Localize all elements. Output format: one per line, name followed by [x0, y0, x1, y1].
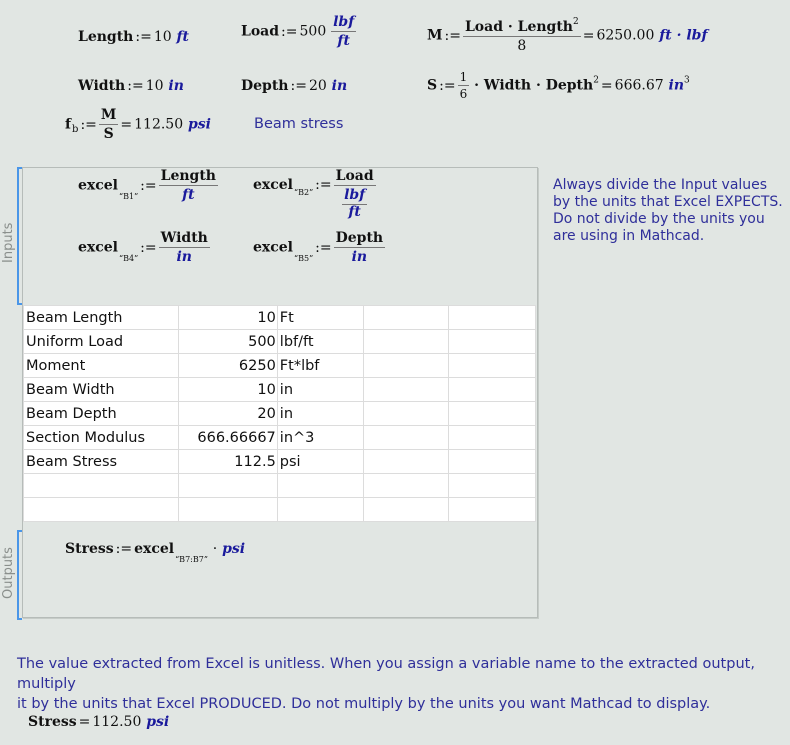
cell-empty[interactable]: [448, 353, 536, 378]
cell-unit[interactable]: lbf/ft: [276, 329, 364, 354]
cell-label[interactable]: Beam Width: [23, 377, 179, 402]
cell-value[interactable]: [177, 497, 278, 522]
sheet-row[interactable]: Beam Length 10 Ft: [23, 305, 536, 330]
sheet-row[interactable]: [23, 497, 536, 522]
cell-empty[interactable]: [448, 425, 536, 450]
cell-empty[interactable]: [362, 401, 450, 426]
stress-definition[interactable]: fb:= M S = 112.50 psi: [65, 107, 211, 142]
cell-empty[interactable]: [362, 449, 450, 474]
excel-spreadsheet[interactable]: Beam Length 10 Ft Uniform Load 500 lbf/ft Mome…: [23, 305, 536, 522]
inputs-area-label: Inputs: [1, 222, 16, 263]
cell-unit[interactable]: psi: [276, 449, 364, 474]
cell-label[interactable]: Beam Depth: [23, 401, 179, 426]
cell-empty[interactable]: [448, 497, 536, 522]
var-name: Length: [78, 29, 134, 45]
cell-label[interactable]: Uniform Load: [23, 329, 179, 354]
cell-unit[interactable]: in: [276, 377, 364, 402]
cell-empty[interactable]: [362, 353, 450, 378]
cell-value[interactable]: 666.66667: [177, 425, 278, 450]
cell-unit[interactable]: Ft: [276, 305, 364, 330]
cell-unit[interactable]: Ft*lbf: [276, 353, 364, 378]
cell-empty[interactable]: [448, 377, 536, 402]
cell-label[interactable]: Beam Stress: [23, 449, 179, 474]
cell-label[interactable]: Beam Length: [23, 305, 179, 330]
sheet-row[interactable]: [23, 473, 536, 498]
cell-label[interactable]: Section Modulus: [23, 425, 179, 450]
cell-empty[interactable]: [448, 305, 536, 330]
cell-value[interactable]: 500: [177, 329, 278, 354]
cell-label[interactable]: [23, 473, 179, 498]
cell-value[interactable]: 10: [177, 377, 278, 402]
sheet-row[interactable]: Section Modulus 666.66667 in^3: [23, 425, 536, 450]
sheet-row[interactable]: Beam Stress 112.5 psi: [23, 449, 536, 474]
cell-empty[interactable]: [362, 425, 450, 450]
cell-empty[interactable]: [362, 473, 450, 498]
stress-result[interactable]: Stress = 112.50 psi: [28, 714, 169, 730]
outputs-area-bracket[interactable]: [17, 530, 22, 620]
section-modulus-definition[interactable]: S:= 1 6 · Width · Depth2 = 666.67 in3: [427, 70, 690, 101]
excel-input-b4[interactable]: excel“B4”:= Width in: [78, 230, 210, 265]
cell-value[interactable]: 6250: [177, 353, 278, 378]
cell-unit[interactable]: in^3: [276, 425, 364, 450]
load-definition[interactable]: Load:= 500 lbf ft: [241, 14, 357, 49]
beam-stress-note: Beam stress: [254, 116, 344, 132]
width-definition[interactable]: Width:= 10 in: [78, 78, 184, 94]
length-definition[interactable]: Length:= 10 ft: [78, 29, 189, 45]
cell-empty[interactable]: [448, 401, 536, 426]
cell-value[interactable]: 112.5: [177, 449, 278, 474]
output-note: The value extracted from Excel is unitle…: [17, 656, 755, 712]
excel-input-b2[interactable]: excel“B2”:= Load lbf ft: [253, 168, 376, 219]
cell-empty[interactable]: [448, 449, 536, 474]
cell-unit[interactable]: [276, 497, 364, 522]
excel-input-b5[interactable]: excel“B5”:= Depth in: [253, 230, 386, 265]
cell-empty[interactable]: [362, 329, 450, 354]
cell-label[interactable]: [23, 497, 179, 522]
sheet-row[interactable]: Uniform Load 500 lbf/ft: [23, 329, 536, 354]
cell-empty[interactable]: [362, 497, 450, 522]
cell-label[interactable]: Moment: [23, 353, 179, 378]
depth-definition[interactable]: Depth:= 20 in: [241, 78, 347, 94]
cell-empty[interactable]: [448, 329, 536, 354]
sheet-row[interactable]: Moment 6250 Ft*lbf: [23, 353, 536, 378]
cell-empty[interactable]: [362, 377, 450, 402]
inputs-note: Always divide the Input values by the un…: [553, 177, 783, 244]
outputs-area-label: Outputs: [1, 547, 16, 599]
moment-definition[interactable]: M:= Load · Length2 8 = 6250.00 ft · lbf: [427, 17, 707, 54]
inputs-area-bracket[interactable]: [17, 167, 22, 305]
cell-unit[interactable]: in: [276, 401, 364, 426]
unit-fraction: lbf ft: [331, 14, 357, 49]
unit: ft: [176, 29, 190, 45]
excel-output-assignment[interactable]: Stress:= excel“B7:B7” · psi: [65, 541, 245, 564]
excel-input-b1[interactable]: excel“B1”:= Length ft: [78, 168, 218, 203]
cell-value[interactable]: [177, 473, 278, 498]
sheet-row[interactable]: Beam Width 10 in: [23, 377, 536, 402]
sheet-row[interactable]: Beam Depth 20 in: [23, 401, 536, 426]
cell-empty[interactable]: [448, 473, 536, 498]
cell-empty[interactable]: [362, 305, 450, 330]
cell-value[interactable]: 20: [177, 401, 278, 426]
cell-value[interactable]: 10: [177, 305, 278, 330]
cell-unit[interactable]: [276, 473, 364, 498]
